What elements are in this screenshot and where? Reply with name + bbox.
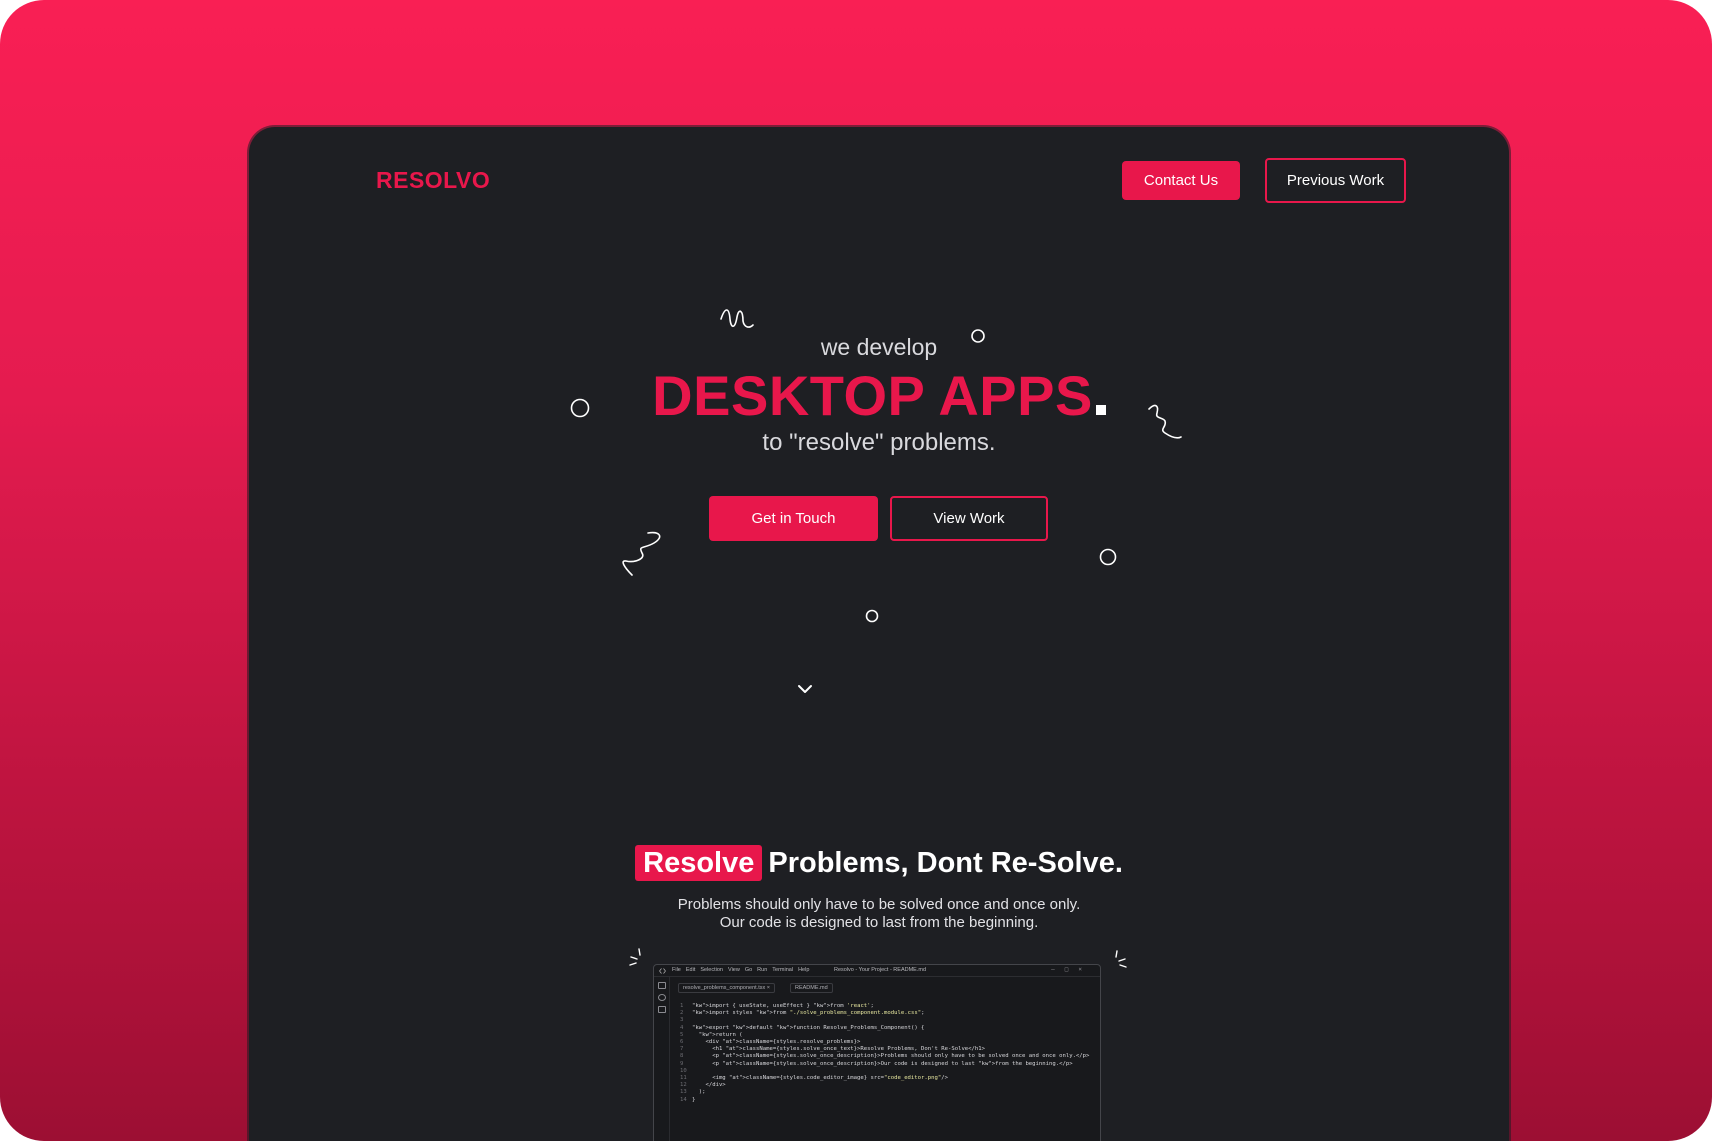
editor-menu: File Edit Selection View Go Run Terminal Help — [672, 967, 814, 973]
editor-menu-item: Go — [744, 967, 753, 973]
browser-window: RESOLVO Contact Us Previous Work we deve… — [249, 127, 1509, 1141]
editor-menu-item: Terminal — [772, 967, 794, 973]
hero-title: DESKTOP APPS — [249, 363, 1509, 428]
view-work-button[interactable]: View Work — [890, 496, 1048, 541]
search-icon — [658, 994, 666, 1001]
code-line: 1 "kw">import { useState, useEffect } "kw… — [680, 1003, 874, 1009]
editor-menu-item: Edit — [685, 967, 696, 973]
editor-logo-icon — [659, 968, 666, 974]
hero-title-text: DESKTOP APPS — [652, 364, 1093, 427]
code-line: 8 <p "at">className={styles.solve_once_d… — [680, 1053, 1090, 1060]
editor-tab: README.md — [790, 983, 833, 993]
code-line: 13 ); — [680, 1089, 706, 1096]
code-line: 6 <div "at">className={styles.resolve_pr… — [680, 1039, 861, 1046]
editor-window-title: Resolvo - Your Project - README.md — [834, 967, 927, 973]
previous-work-button[interactable]: Previous Work — [1265, 158, 1406, 203]
editor-tab-label: README.md — [795, 985, 828, 991]
editor-menu-item: View — [728, 967, 740, 973]
code-line: 14} — [680, 1096, 696, 1103]
squiggle-decoration-top — [720, 309, 754, 328]
squiggle-decoration-left — [622, 531, 661, 576]
code-line: 9 <p "at">className={styles.solve_once_d… — [680, 1060, 1073, 1067]
section-description-line: Problems should only have to be solved o… — [677, 896, 1081, 913]
editor-menu-item: Selection — [700, 967, 723, 973]
sparkle-decoration-left — [629, 948, 641, 966]
sparkle-decoration-right — [1115, 950, 1127, 968]
code-line: 7 <h1 "at">className={styles.solve_once_… — [680, 1046, 986, 1053]
logo[interactable]: RESOLVO — [376, 167, 490, 194]
code-line: 2 "kw">import styles "kw">from "./solve_p… — [680, 1010, 925, 1017]
section-title: Resolve Problems, Dont Re-Solve. — [249, 845, 1509, 881]
editor-tab-label: resolve_problems_component.tsx — [683, 985, 766, 991]
code-line: 12 </div> — [680, 1082, 726, 1089]
editor-code: 1 "kw">import { useState, useEffect } "kw… — [680, 1003, 1089, 1104]
hero-subtitle: to "resolve" problems. — [762, 429, 996, 456]
editor-titlebar: File Edit Selection View Go Run Terminal Help R… — [654, 965, 1100, 977]
circle-decoration — [1099, 548, 1117, 566]
editor-tab: resolve_problems_component.tsx × — [678, 983, 775, 993]
editor-menu-item: File — [672, 967, 681, 973]
code-line: 5 "kw">return ( — [680, 1031, 743, 1038]
editor-window-controls: –□× — [1051, 966, 1092, 973]
section-description: Problems should only have to be solved o… — [249, 896, 1509, 932]
section-title-rest: Problems, Dont Re-Solve. — [768, 847, 1123, 879]
code-line: 4 "kw">export "kw">default "kw">function … — [680, 1024, 925, 1031]
files-icon — [658, 982, 666, 989]
editor-menu-item: Help — [798, 967, 810, 973]
code-line: 11 <img "at">className={styles.code_edit… — [680, 1075, 948, 1082]
hero-title-dot — [1095, 405, 1106, 415]
hero-pretitle: we develop — [820, 334, 938, 360]
section-title-highlight: Resolve — [635, 845, 763, 881]
code-line: 3 — [680, 1017, 684, 1024]
contact-us-button[interactable]: Contact Us — [1122, 161, 1240, 200]
section-description-line: Our code is designed to last from the be… — [719, 914, 1039, 931]
circle-decoration — [865, 609, 879, 623]
editor-activity-bar — [654, 977, 670, 1141]
background-frame: RESOLVO Contact Us Previous Work we deve… — [0, 0, 1712, 1141]
editor-menu-item: Run — [757, 967, 768, 973]
code-line: 10 — [680, 1067, 687, 1074]
get-in-touch-button[interactable]: Get in Touch — [709, 496, 878, 541]
code-editor-screenshot: File Edit Selection View Go Run Terminal Help R… — [653, 964, 1101, 1141]
extensions-icon — [658, 1006, 666, 1013]
chevron-down-icon[interactable] — [797, 683, 813, 695]
